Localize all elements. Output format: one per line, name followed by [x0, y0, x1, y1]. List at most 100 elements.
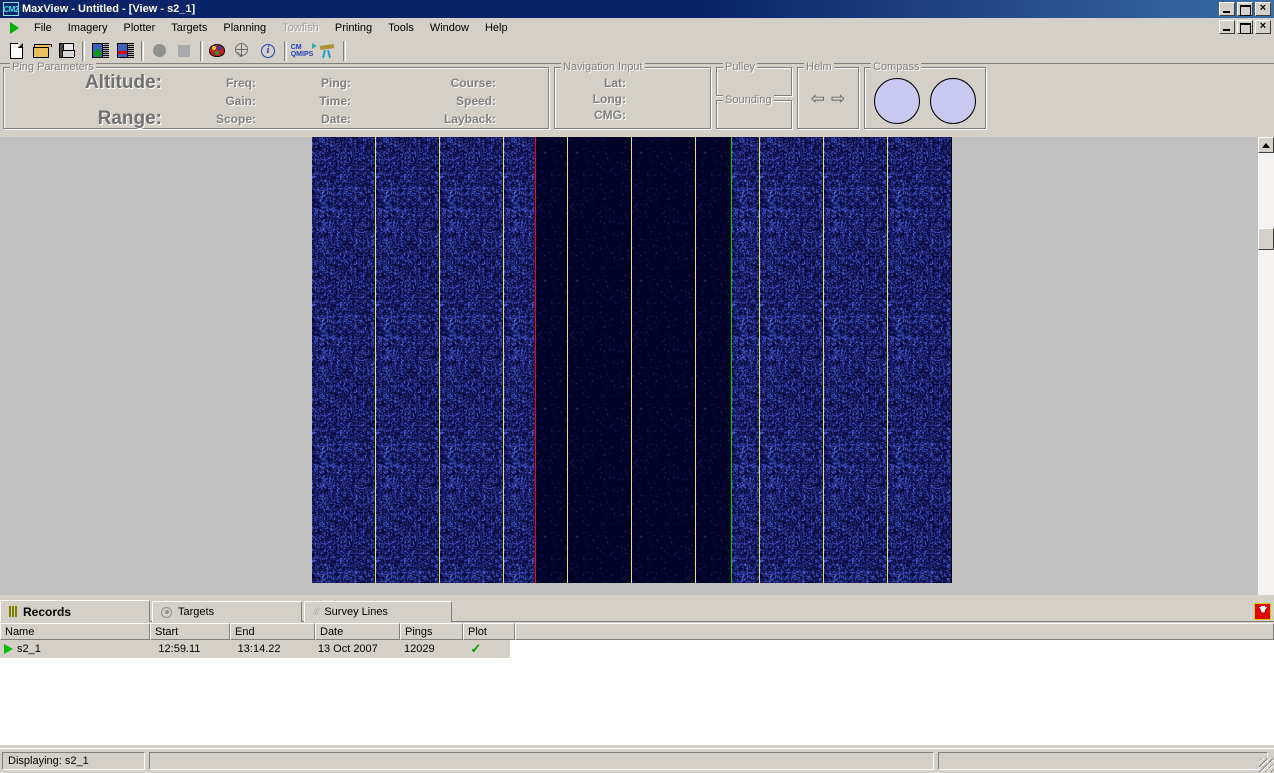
sonar-band — [376, 137, 439, 583]
tab-targets[interactable]: Targets — [152, 601, 302, 622]
column-header-start[interactable]: Start — [150, 623, 230, 640]
maximize-button[interactable] — [1237, 2, 1253, 16]
qmips-icon: CM QMIPS — [291, 44, 314, 58]
column-header-plot[interactable]: Plot — [463, 623, 515, 640]
menu-item-towfish: Towfish — [274, 20, 327, 36]
sonar-waterfall-image[interactable] — [312, 137, 952, 583]
sonar-band — [440, 137, 503, 583]
column-header-filler — [515, 623, 1274, 640]
sonar-band — [732, 137, 759, 583]
minimize-button[interactable] — [1219, 2, 1235, 16]
navigation-input-legend: Navigation Input — [561, 61, 645, 73]
target-icon — [161, 607, 172, 618]
helm-right-arrow-icon[interactable]: ⇨ — [831, 90, 845, 107]
title-bar: CM2 MaxView - Untitled - [View - s2_1] × — [0, 0, 1274, 18]
record-button[interactable] — [147, 39, 171, 62]
long-label: Long: — [555, 91, 710, 107]
menu-item-tools[interactable]: Tools — [380, 20, 422, 36]
menu-item-targets[interactable]: Targets — [163, 20, 215, 36]
cell-plot: ✓ — [458, 640, 510, 658]
resize-grip[interactable] — [1259, 758, 1273, 772]
bottom-tab-bar: Records Targets /// Survey Lines — [0, 600, 1274, 622]
starboard-nadir-line — [731, 137, 732, 583]
column-header-name[interactable]: Name — [0, 623, 150, 640]
tab-records[interactable]: Records — [0, 600, 150, 622]
new-file-button[interactable] — [4, 39, 28, 62]
navigation-input-panel: Navigation Input Lat: Long: CMG: — [554, 67, 711, 129]
info-button[interactable]: i — [256, 39, 280, 62]
toolbar-separator — [200, 41, 203, 61]
date-label: Date: — [262, 112, 357, 126]
menu-item-file[interactable]: File — [26, 20, 60, 36]
menu-item-plotter[interactable]: Plotter — [115, 20, 163, 36]
sonar-band — [568, 137, 631, 583]
sonar-view-area[interactable] — [0, 137, 1258, 595]
tab-records-label: Records — [23, 605, 71, 619]
tab-survey-lines[interactable]: /// Survey Lines — [304, 601, 452, 622]
menu-item-printing[interactable]: Printing — [327, 20, 380, 36]
records-table-body[interactable]: s2_1 12:59.11 13:14.22 13 Oct 2007 12029… — [0, 640, 1274, 745]
view-vertical-scrollbar[interactable] — [1258, 137, 1274, 595]
menu-item-help[interactable]: Help — [477, 20, 516, 36]
close-button[interactable]: × — [1255, 2, 1271, 16]
open-file-button[interactable] — [29, 39, 53, 62]
range-gridline — [759, 137, 760, 583]
zoom-button[interactable]: ↘ — [231, 39, 255, 62]
ping-parameters-panel: Ping Parameters Altitude: Freq: Ping: Co… — [3, 67, 549, 129]
cut-button[interactable] — [315, 39, 339, 62]
tab-survey-lines-label: Survey Lines — [324, 606, 388, 618]
helm-left-arrow-icon[interactable]: ⇦ — [811, 90, 825, 107]
sounding-panel: Sounding — [716, 100, 792, 129]
play-triangle-icon[interactable] — [6, 20, 22, 36]
menu-bar: File Imagery Plotter Targets Planning To… — [0, 18, 1274, 38]
mdi-restore-button[interactable] — [1237, 20, 1253, 34]
add-record-button[interactable] — [88, 39, 112, 62]
bars-icon — [9, 606, 17, 617]
mdi-close-button[interactable]: × — [1255, 20, 1271, 34]
table-row[interactable]: s2_1 12:59.11 13:14.22 13 Oct 2007 12029… — [0, 640, 510, 658]
scope-label: Scope: — [172, 112, 262, 126]
toolbar-separator — [141, 41, 144, 61]
info-icon: i — [261, 44, 275, 58]
palette-button[interactable] — [206, 39, 230, 62]
scroll-to-bottom-button[interactable] — [1254, 603, 1271, 620]
app-icon[interactable]: CM2 — [3, 2, 19, 16]
menu-item-imagery[interactable]: Imagery — [60, 20, 116, 36]
column-header-date[interactable]: Date — [315, 623, 400, 640]
sonar-band — [696, 137, 731, 583]
range-gridline — [503, 137, 504, 583]
save-file-button[interactable] — [54, 39, 78, 62]
pulley-panel: Pulley — [716, 67, 792, 96]
qmips-line1: CM — [291, 44, 314, 51]
cmg-label: CMG: — [555, 107, 710, 123]
speed-label: Speed: — [357, 94, 502, 108]
window-controls: × — [1219, 2, 1271, 16]
column-header-end[interactable]: End — [230, 623, 315, 640]
stop-button[interactable] — [172, 39, 196, 62]
scissors-icon — [319, 43, 335, 59]
range-gridline — [567, 137, 568, 583]
stop-icon — [178, 45, 190, 57]
scroll-thumb[interactable] — [1258, 228, 1274, 250]
window-title: MaxView - Untitled - [View - s2_1] — [22, 3, 1219, 15]
menu-item-window[interactable]: Window — [422, 20, 477, 36]
record-icon — [153, 44, 166, 57]
cell-name: s2_1 — [0, 640, 148, 658]
remove-record-button[interactable] — [113, 39, 137, 62]
range-gridline — [887, 137, 888, 583]
sonar-band — [888, 137, 951, 583]
menu-item-planning[interactable]: Planning — [215, 20, 274, 36]
range-label: Range: — [4, 108, 172, 130]
down-arrow-icon — [1259, 607, 1267, 613]
zoom-globe-icon: ↘ — [235, 43, 251, 59]
column-header-pings[interactable]: Pings — [400, 623, 463, 640]
qmips-button[interactable]: CM QMIPS — [290, 39, 314, 62]
open-file-icon — [33, 44, 50, 58]
scroll-up-button[interactable] — [1258, 137, 1274, 153]
records-table-header: Name Start End Date Pings Plot — [0, 623, 1274, 640]
mdi-minimize-button[interactable] — [1219, 20, 1235, 34]
sonar-band — [632, 137, 695, 583]
toolbar-separator — [82, 41, 85, 61]
cell-pings: 12029 — [396, 640, 458, 658]
new-file-icon — [10, 43, 23, 59]
